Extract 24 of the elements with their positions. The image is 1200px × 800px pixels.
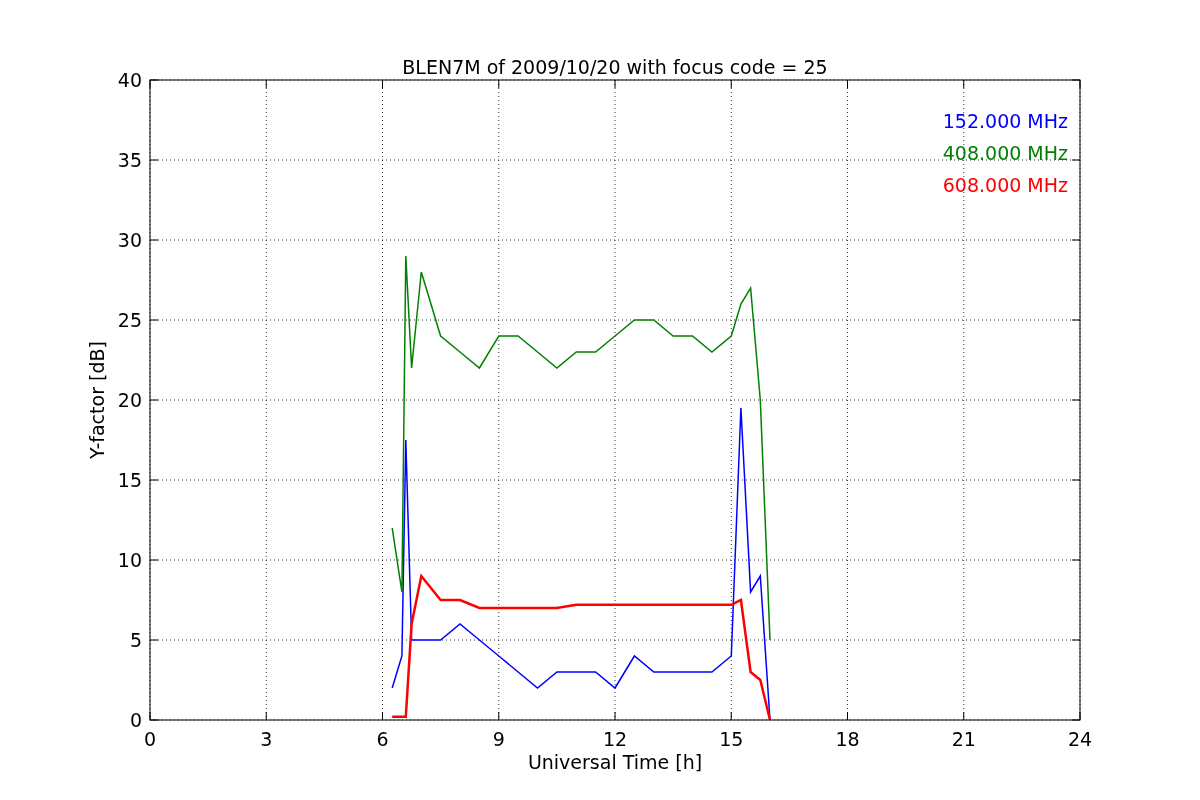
y-tick-label: 40: [117, 69, 142, 91]
x-tick-label: 12: [602, 728, 628, 750]
x-tick-label: 6: [376, 728, 389, 750]
x-tick-label: 9: [492, 728, 505, 750]
legend-label: 608.000 MHz: [942, 174, 1068, 196]
x-tick-label: 15: [719, 728, 744, 750]
x-axis-label: Universal Time [h]: [527, 751, 703, 773]
x-tick-label: 3: [260, 728, 273, 750]
legend-label: 152.000 MHz: [942, 110, 1068, 132]
x-tick-label: 0: [143, 728, 157, 750]
x-tick-label: 21: [951, 728, 976, 750]
y-tick-label: 15: [117, 469, 142, 491]
y-tick-label: 10: [117, 549, 142, 571]
y-tick-label: 35: [117, 149, 142, 171]
x-tick-label: 24: [1067, 728, 1093, 750]
y-tick-label: 0: [129, 709, 142, 731]
y-axis-label: Y-factor [dB]: [86, 341, 108, 459]
y-tick-label: 30: [117, 229, 142, 251]
y-tick-label: 20: [117, 389, 142, 411]
y-tick-label: 5: [129, 629, 142, 651]
x-tick-label: 18: [835, 728, 860, 750]
chart-title: BLEN7M of 2009/10/20 with focus code = 25: [402, 56, 828, 78]
y-tick-label: 25: [117, 309, 142, 331]
legend-label: 408.000 MHz: [942, 142, 1068, 164]
